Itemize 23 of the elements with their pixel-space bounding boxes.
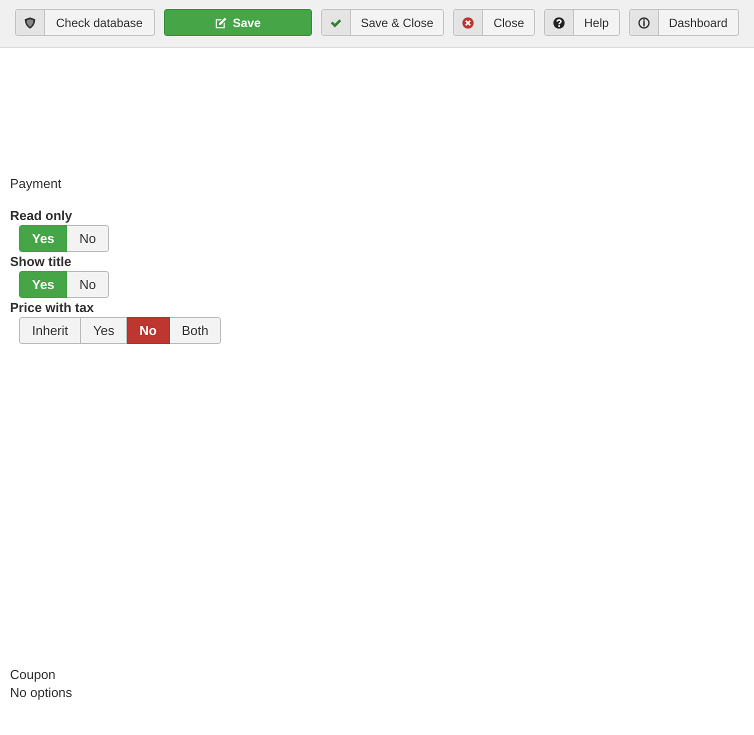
shield-icon — [24, 16, 36, 28]
field-label: Price with tax — [10, 299, 95, 317]
toggle-option[interactable]: No — [67, 225, 110, 252]
empty-message: No options — [10, 684, 74, 702]
toolbar-button[interactable]: Help — [544, 9, 620, 36]
toolbar-button[interactable]: Check database — [15, 9, 155, 36]
toolbar-button[interactable]: Dashboard — [628, 9, 739, 36]
help-icon — [553, 16, 566, 28]
toggle-option[interactable]: No — [67, 271, 110, 298]
toggle-option[interactable]: Both — [170, 317, 222, 344]
toggle-option[interactable]: Yes — [81, 317, 128, 344]
toolbar-button[interactable]: Close — [453, 9, 536, 36]
toggle-option[interactable]: Inherit — [19, 317, 82, 344]
field-label: Read only — [10, 207, 74, 225]
field-label: Show title — [10, 253, 72, 271]
info-icon — [638, 16, 650, 28]
section-title: Payment — [10, 175, 62, 193]
toolbar-button[interactable]: Save & Close — [320, 9, 444, 36]
close-circle-icon — [462, 16, 474, 28]
toggle-option[interactable]: No — [127, 317, 170, 344]
checkmark-icon — [330, 16, 342, 28]
section-title: Coupon — [10, 666, 57, 684]
edit-icon — [214, 16, 227, 28]
